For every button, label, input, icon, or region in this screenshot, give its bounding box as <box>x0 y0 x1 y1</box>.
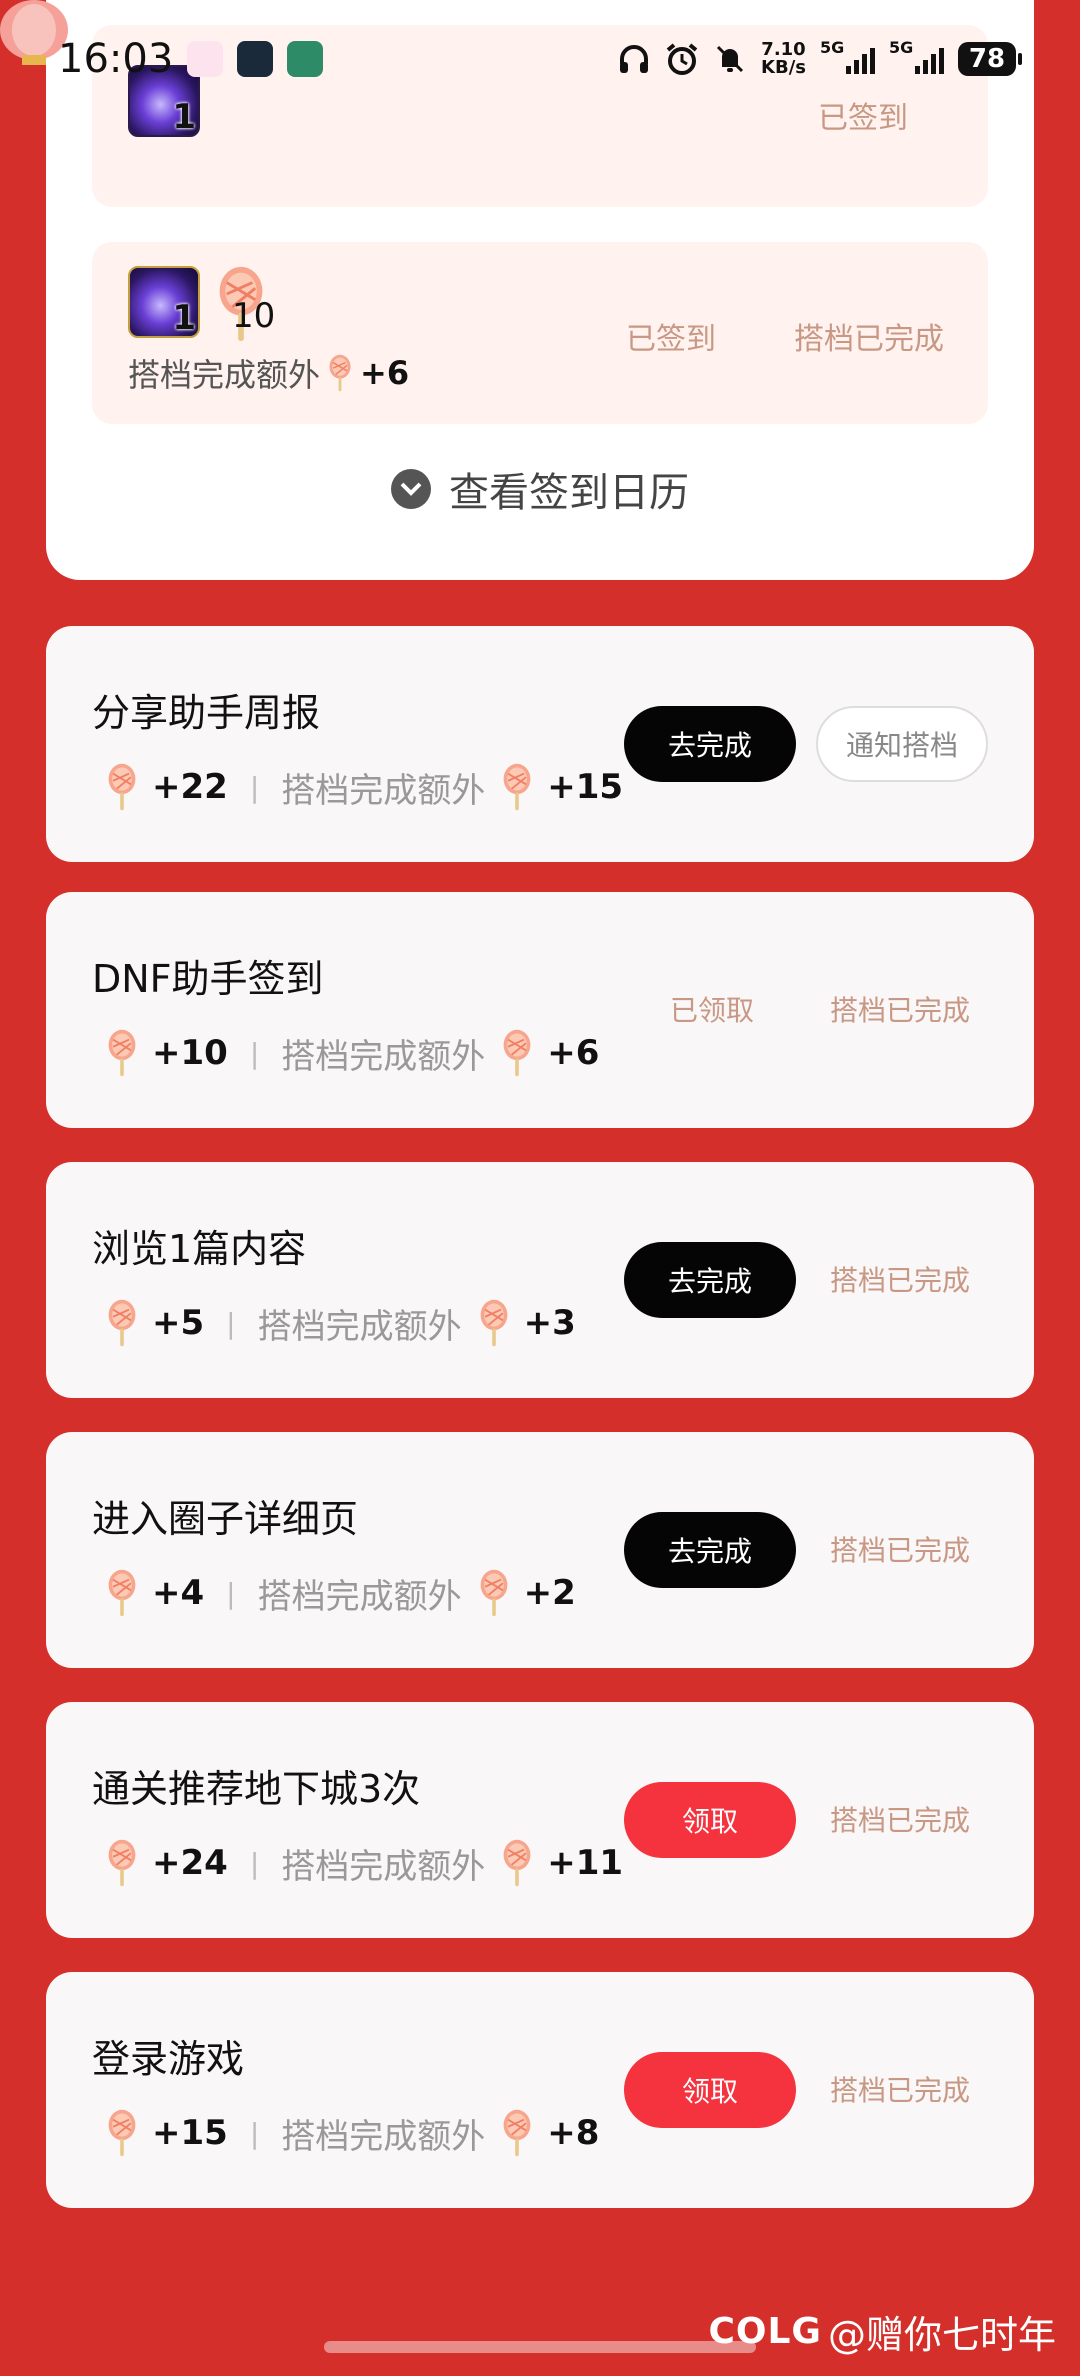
partner-status: 搭档已完成 <box>830 1804 971 1837</box>
task-rewards: +5 | 搭档完成额外 +3 <box>104 1298 576 1348</box>
headphones-icon <box>617 42 651 76</box>
task-card: DNF助手签到 +10 | 搭档完成额外 +6 已领取 搭档已完成 <box>46 892 1034 1128</box>
lollipop-icon <box>502 1028 532 1078</box>
watermark: COLG @赠你七时年 <box>708 2304 1056 2359</box>
status-time: 16:03 <box>58 36 174 82</box>
lollipop-icon <box>502 1838 532 1888</box>
lollipop-icon <box>502 762 532 812</box>
partner-status: 搭档已完成 <box>794 322 944 357</box>
lollipop-icon <box>502 2108 532 2158</box>
extra-reward-value: +11 <box>547 1843 624 1883</box>
lollipop-count: 10 <box>232 296 276 336</box>
notify-partner-button[interactable]: 通知搭档 <box>816 706 988 782</box>
lollipop-icon <box>107 1838 137 1888</box>
calendar-label: 查看签到日历 <box>449 470 689 516</box>
divider: | <box>249 1036 260 1070</box>
extra-value: +6 <box>360 354 410 392</box>
reward-item-icon: 1 <box>128 266 200 338</box>
partner-status: 搭档已完成 <box>830 1534 971 1567</box>
alarm-icon <box>665 42 699 76</box>
extra-reward-value: +6 <box>547 1033 600 1073</box>
reward-value: +24 <box>152 1843 228 1883</box>
lollipop-icon <box>479 1568 508 1618</box>
task-title: 登录游戏 <box>92 2037 245 2081</box>
divider: | <box>249 1846 260 1880</box>
extra-reward-value: +8 <box>547 2113 600 2153</box>
partner-extra-line: 搭档完成额外 +6 <box>128 350 409 396</box>
divider: | <box>249 770 260 804</box>
claim-button[interactable]: 领取 <box>624 1782 796 1858</box>
avatar-app-notification-icon <box>287 41 324 77</box>
status-bar: 16:03 7.10 KB/s 5G 5G 78 <box>0 0 1080 118</box>
task-rewards: +15 | 搭档完成额外 +8 <box>104 2108 599 2158</box>
divider: | <box>249 2116 260 2150</box>
extra-label: 搭档完成额外 <box>281 770 486 811</box>
go-complete-button[interactable]: 去完成 <box>624 1512 796 1588</box>
reward-value: +4 <box>152 1573 205 1613</box>
extra-reward-value: +15 <box>547 767 624 807</box>
task-card: 进入圈子详细页 +4 | 搭档完成额外 +2 去完成 搭档已完成 <box>46 1432 1034 1668</box>
extra-label: 搭档完成额外 <box>281 1036 486 1077</box>
task-title: 进入圈子详细页 <box>92 1497 359 1541</box>
extra-label: 搭档完成额外 <box>257 1306 462 1347</box>
go-complete-button[interactable]: 去完成 <box>624 1242 796 1318</box>
task-title: DNF助手签到 <box>92 957 324 1001</box>
lollipop-icon <box>328 354 352 392</box>
claimed-status: 已领取 <box>670 994 755 1027</box>
reward-value: +5 <box>152 1303 205 1343</box>
task-title: 浏览1篇内容 <box>92 1227 307 1271</box>
partner-status: 搭档已完成 <box>830 2074 971 2107</box>
task-rewards: +24 | 搭档完成额外 +11 <box>104 1838 623 1888</box>
task-card: 通关推荐地下城3次 +24 | 搭档完成额外 +11 领取 搭档已完成 <box>46 1702 1034 1938</box>
lollipop-icon <box>107 762 137 812</box>
reward-value: +22 <box>152 767 228 807</box>
divider: | <box>226 1576 236 1610</box>
signal-sim1-icon: 5G <box>820 38 875 74</box>
go-complete-button[interactable]: 去完成 <box>624 706 796 782</box>
lollipop-icon <box>479 1298 508 1348</box>
reward-value: +15 <box>152 2113 228 2153</box>
claim-button[interactable]: 领取 <box>624 2052 796 2128</box>
lollipop-icon <box>107 1028 137 1078</box>
extra-reward-value: +3 <box>523 1303 576 1343</box>
partner-status: 搭档已完成 <box>830 1264 971 1297</box>
task-title: 分享助手周报 <box>92 691 321 735</box>
lollipop-icon <box>107 1298 137 1348</box>
extra-label: 搭档完成额外 <box>281 1846 486 1887</box>
checkin-row: 1 10 搭档完成额外 +6 已签到 搭档已完成 <box>92 242 988 424</box>
task-rewards: +10 | 搭档完成额外 +6 <box>104 1028 599 1078</box>
task-rewards: +4 | 搭档完成额外 +2 <box>104 1568 576 1618</box>
chevron-down-icon <box>391 469 431 509</box>
lollipop-icon <box>107 1568 137 1618</box>
view-calendar-link[interactable]: 查看签到日历 <box>46 460 1034 518</box>
music-app-notification-icon <box>237 41 274 77</box>
signal-sim2-icon: 5G <box>889 38 944 74</box>
extra-label: 搭档完成额外 <box>281 2116 486 2157</box>
task-card: 登录游戏 +15 | 搭档完成额外 +8 领取 搭档已完成 <box>46 1972 1034 2208</box>
lollipop-icon <box>107 2108 137 2158</box>
task-card: 分享助手周报 +22 | 搭档完成额外 +15 去完成 通知搭档 <box>46 626 1034 862</box>
extra-label: 搭档完成额外 <box>128 356 321 394</box>
mute-bell-icon <box>713 42 747 76</box>
task-card: 浏览1篇内容 +5 | 搭档完成额外 +3 去完成 搭档已完成 <box>46 1162 1034 1398</box>
extra-reward-value: +2 <box>523 1573 576 1613</box>
task-title: 通关推荐地下城3次 <box>92 1767 421 1811</box>
divider: | <box>226 1306 236 1340</box>
task-rewards: +22 | 搭档完成额外 +15 <box>104 762 623 812</box>
reward-value: +10 <box>152 1033 228 1073</box>
battery-icon: 78 <box>958 42 1022 76</box>
watermark-handle: @赠你七时年 <box>827 2313 1056 2357</box>
network-speed: 7.10 KB/s <box>761 39 806 78</box>
bilibili-notification-icon <box>187 41 224 77</box>
checkin-status: 已签到 <box>626 322 716 357</box>
extra-label: 搭档完成额外 <box>257 1576 462 1617</box>
partner-status: 搭档已完成 <box>830 994 971 1027</box>
home-indicator[interactable] <box>324 2341 756 2353</box>
